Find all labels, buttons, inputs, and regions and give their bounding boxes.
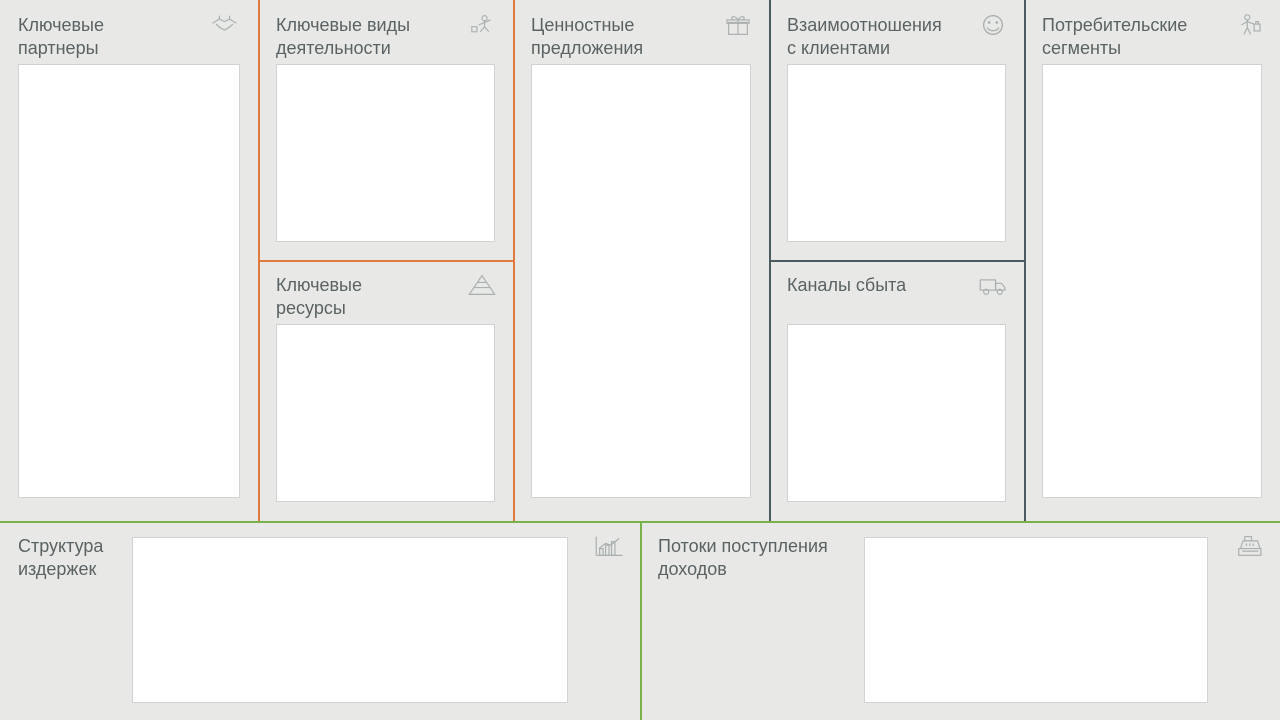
content-area[interactable] bbox=[864, 537, 1208, 703]
block-value-propositions: Ценностные предложения bbox=[513, 0, 769, 521]
content-area[interactable] bbox=[787, 324, 1006, 502]
block-channels: Каналы сбыта bbox=[769, 260, 1024, 521]
gift-icon bbox=[721, 10, 755, 40]
content-area[interactable] bbox=[1042, 64, 1262, 498]
truck-icon bbox=[976, 270, 1010, 300]
block-title: Потоки поступления доходов bbox=[658, 535, 848, 580]
content-area[interactable] bbox=[132, 537, 568, 703]
worker-icon bbox=[465, 10, 499, 40]
content-area[interactable] bbox=[18, 64, 240, 498]
block-title: Ключевые партнеры bbox=[18, 14, 168, 59]
block-key-partners: Ключевые партнеры bbox=[0, 0, 258, 521]
cash-register-icon bbox=[1232, 531, 1266, 561]
content-area[interactable] bbox=[276, 64, 495, 242]
chart-icon bbox=[592, 531, 626, 561]
block-title: Ценностные предложения bbox=[531, 14, 681, 59]
block-title: Ключевые виды деятельности bbox=[276, 14, 426, 59]
content-area[interactable] bbox=[787, 64, 1006, 242]
smile-icon bbox=[976, 10, 1010, 40]
handshake-icon bbox=[210, 10, 244, 40]
block-title: Потребительские сегменты bbox=[1042, 14, 1192, 59]
block-key-activities: Ключевые виды деятельности bbox=[258, 0, 513, 260]
block-cost-structure: Структура издержек bbox=[0, 521, 640, 720]
business-model-canvas: Ключевые партнеры Ключевые виды деятельн… bbox=[0, 0, 1280, 720]
content-area[interactable] bbox=[531, 64, 751, 498]
block-title: Ключевые ресурсы bbox=[276, 274, 426, 319]
block-revenue-streams: Потоки поступления доходов bbox=[640, 521, 1280, 720]
content-area[interactable] bbox=[276, 324, 495, 502]
block-title: Каналы сбыта bbox=[787, 274, 937, 297]
block-key-resources: Ключевые ресурсы bbox=[258, 260, 513, 521]
shopper-icon bbox=[1232, 10, 1266, 40]
block-title: Взаимоотношения с клиентами bbox=[787, 14, 937, 59]
pyramid-icon bbox=[465, 270, 499, 300]
block-customer-relationships: Взаимоотношения с клиентами bbox=[769, 0, 1024, 260]
block-customer-segments: Потребительские сегменты bbox=[1024, 0, 1280, 521]
block-title: Структура издержек bbox=[18, 535, 138, 580]
